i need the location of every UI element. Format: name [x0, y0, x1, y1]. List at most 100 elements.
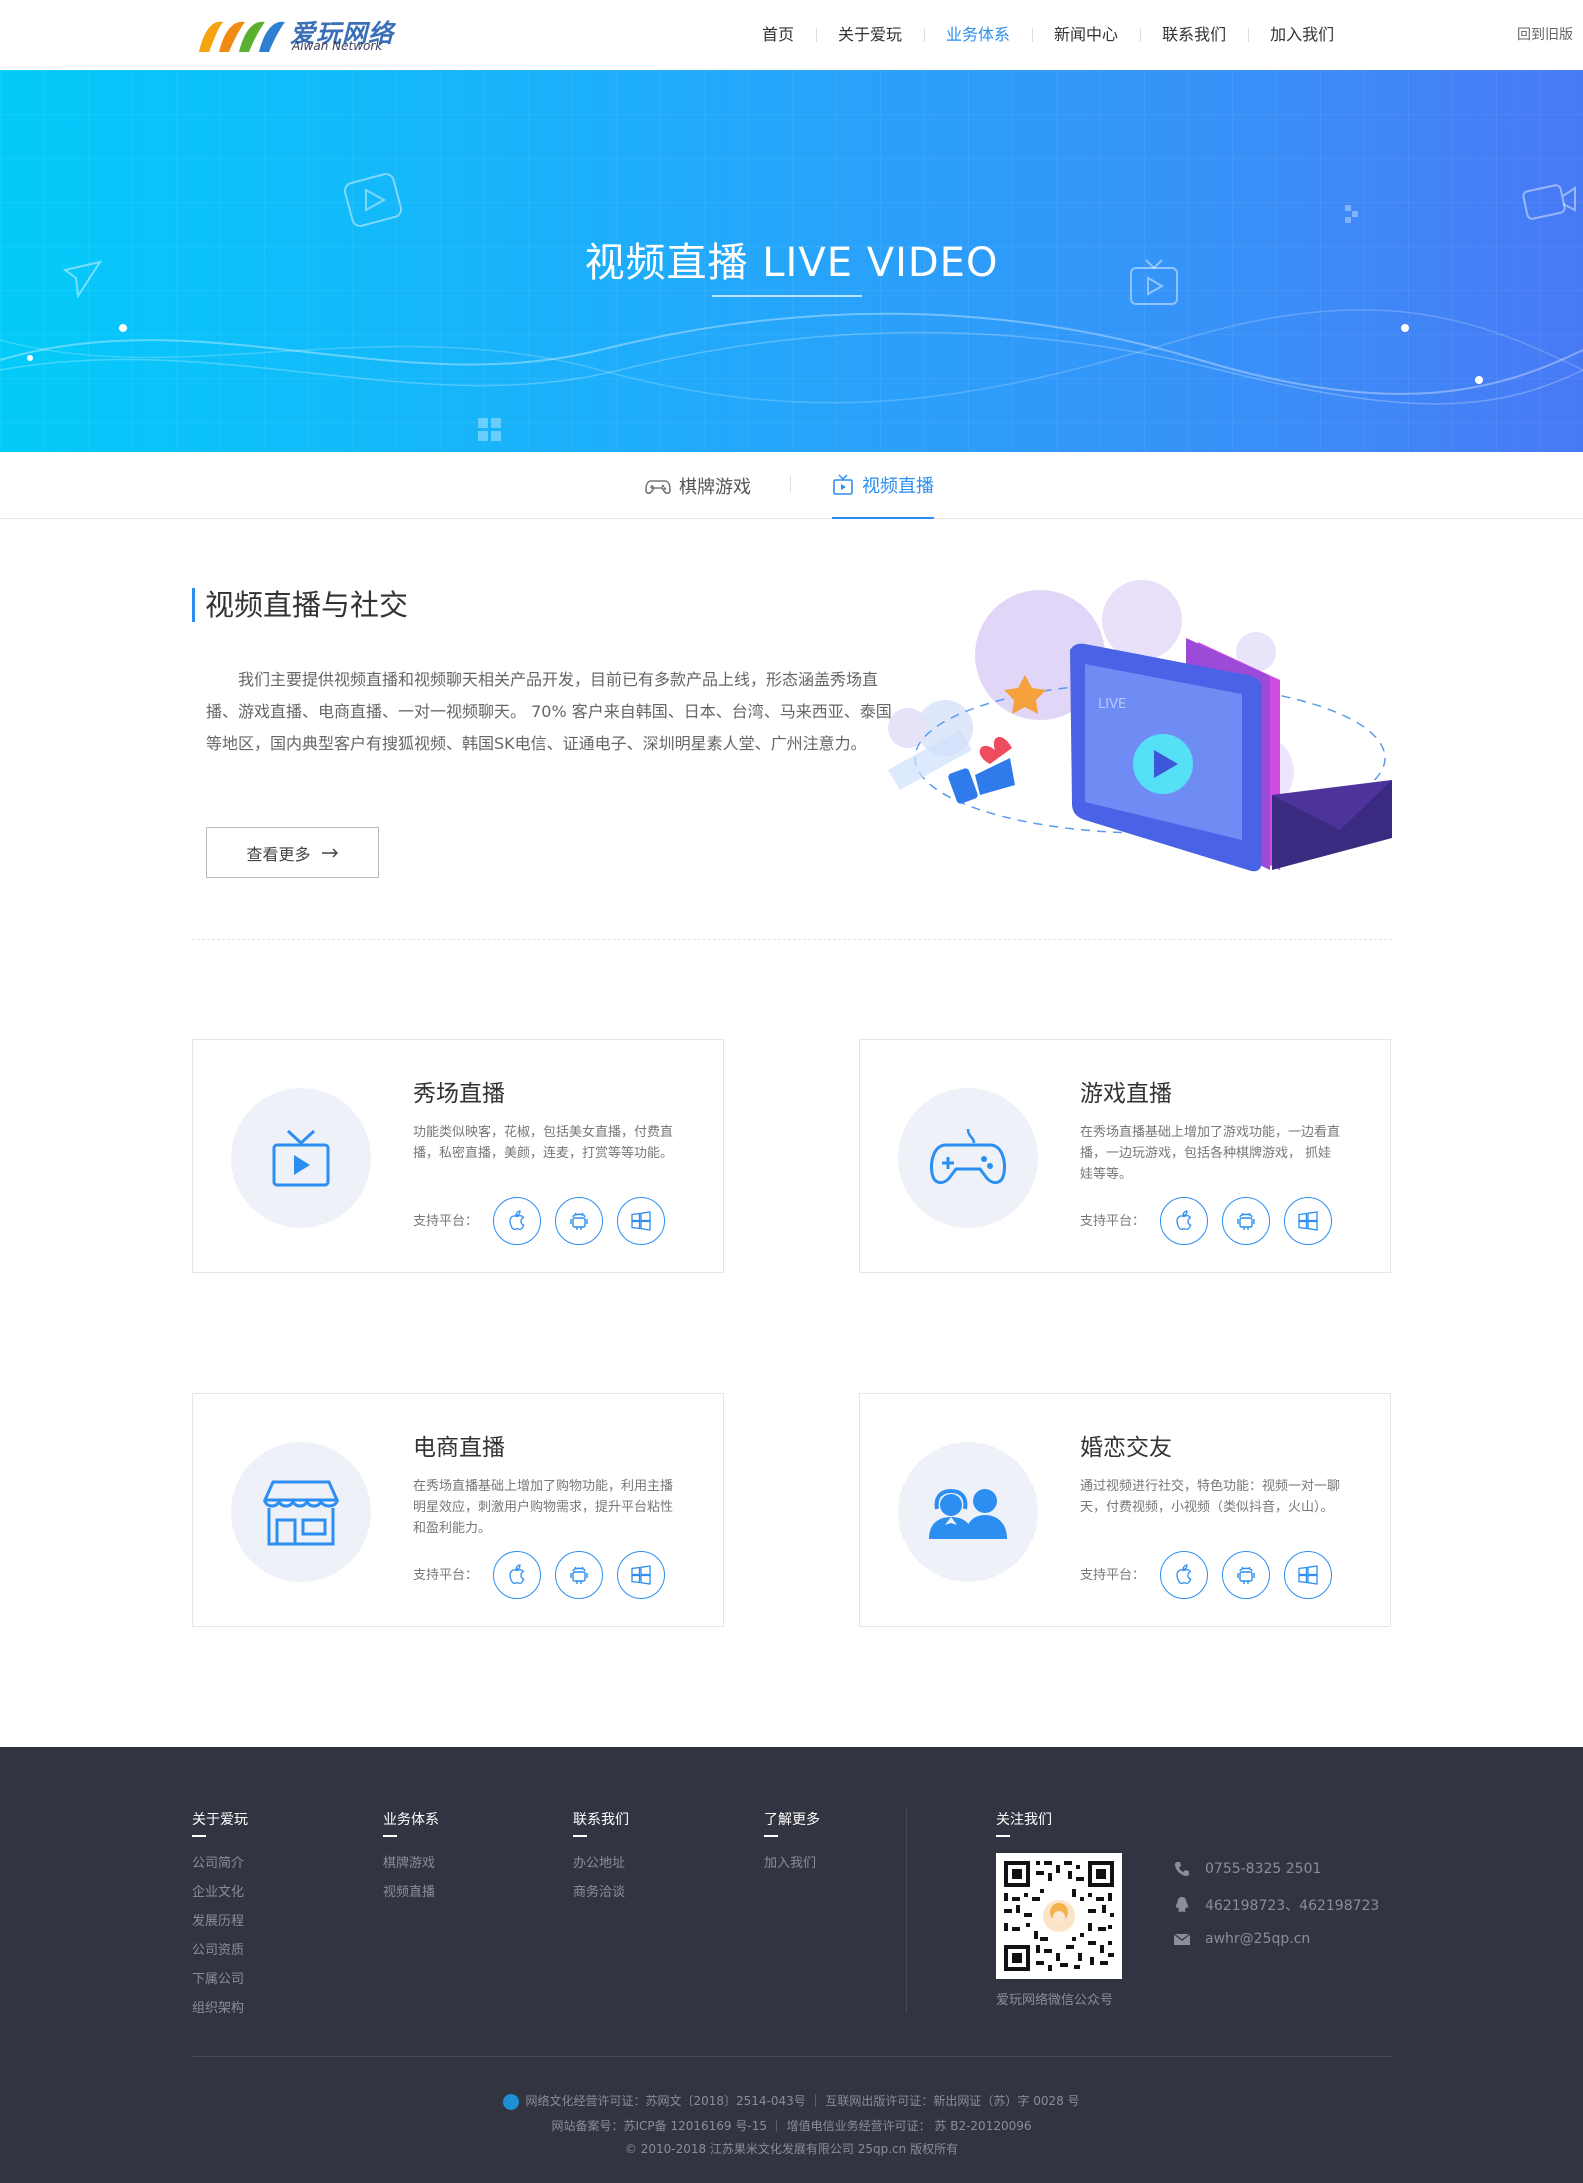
card-description: 通过视频进行社交，特色功能：视频一对一聊天，付费视频，小视频（类似抖音，火山）。	[1080, 1479, 1341, 1515]
footer-link[interactable]: 视频直播	[383, 1878, 439, 1907]
footer-link[interactable]: 发展历程	[192, 1907, 248, 1936]
feature-card-game-live[interactable]: 游戏直播 在秀场直播基础上增加了游戏功能，一边看直播，一边玩游戏，包括各种棋牌游…	[859, 1039, 1391, 1273]
feature-card-dating[interactable]: 婚恋交友 通过视频进行社交，特色功能：视频一对一聊天，付费视频，小视频（类似抖音…	[859, 1393, 1391, 1627]
nav-item-home[interactable]: 首页	[740, 22, 816, 48]
card-title: 秀场直播	[413, 1081, 505, 1107]
qq-icon	[1175, 1897, 1189, 1912]
footer-col-title: 了解更多	[764, 1809, 820, 1837]
nav-item-contact[interactable]: 联系我们	[1140, 22, 1248, 48]
gamepad-icon	[898, 1088, 1038, 1228]
tab-separator	[790, 476, 791, 492]
footer-col-title: 业务体系	[383, 1809, 439, 1837]
arrow-right-icon	[321, 848, 338, 857]
footer-link[interactable]: 加入我们	[764, 1849, 820, 1878]
apple-icon[interactable]	[493, 1551, 541, 1599]
windows-icon[interactable]	[1284, 1197, 1332, 1245]
tv-play-icon	[231, 1088, 371, 1228]
footer-link[interactable]: 企业文化	[192, 1878, 248, 1907]
site-header: 爱玩网络 Aiwan Network 首页 关于爱玩 业务体系 新闻中心 联系我…	[0, 0, 1583, 70]
footer-col-contact: 联系我们 办公地址 商务洽谈	[573, 1809, 629, 1907]
footer-col-business: 业务体系 棋牌游戏 视频直播	[383, 1809, 439, 1907]
nav-item-business[interactable]: 业务体系	[924, 22, 1032, 48]
footer-follow: 关注我们	[996, 1809, 1052, 1837]
platform-label: 支持平台：	[413, 1214, 479, 1229]
section-divider	[192, 939, 1392, 940]
footer-horizontal-divider	[192, 2056, 1392, 2057]
sub-tabs: 棋牌游戏 视频直播	[0, 452, 1583, 519]
view-more-label: 查看更多	[246, 844, 311, 864]
site-footer: 关于爱玩 公司简介 企业文化 发展历程 公司资质 下属公司 组织架构 业务体系 …	[0, 1747, 1583, 2183]
feature-card-ecommerce-live[interactable]: 电商直播 在秀场直播基础上增加了购物功能，利用主播明星效应，刺激用户购物需求，提…	[192, 1393, 724, 1627]
footer-col-title: 关于爱玩	[192, 1809, 248, 1837]
apple-icon[interactable]	[493, 1197, 541, 1245]
windows-icon[interactable]	[1284, 1551, 1332, 1599]
qr-caption: 爱玩网络微信公众号	[996, 1993, 1114, 2008]
contact-phone-text: 0755-8325 2501	[1205, 1861, 1322, 1877]
contact-qq-text: 462198723、462198723	[1205, 1898, 1380, 1914]
section-title: 视频直播与社交	[192, 588, 408, 622]
gamepad-icon	[645, 479, 671, 494]
tab-chess-games-label: 棋牌游戏	[679, 476, 751, 498]
logo-text-en: Aiwan Network	[292, 39, 383, 53]
tv-icon	[833, 473, 853, 495]
tab-chess-games[interactable]: 棋牌游戏	[645, 452, 751, 519]
card-title: 婚恋交友	[1080, 1435, 1172, 1461]
card-title: 电商直播	[413, 1435, 505, 1461]
nav-item-news[interactable]: 新闻中心	[1032, 22, 1140, 48]
hero-banner: 视频直播 LIVE VIDEO	[0, 70, 1583, 452]
footer-link[interactable]: 下属公司	[192, 1965, 248, 1994]
store-icon	[231, 1442, 371, 1582]
footer-vertical-divider	[906, 1807, 907, 2013]
couple-icon	[898, 1442, 1038, 1582]
platform-label: 支持平台：	[413, 1568, 479, 1583]
footer-link[interactable]: 办公地址	[573, 1849, 629, 1878]
old-version-link[interactable]: 回到旧版	[1517, 24, 1573, 44]
legal-line-2: 网站备案号：苏ICP备 12016169 号-15 ｜ 增值电信业务经营许可证：…	[551, 2119, 1032, 2133]
feature-card-show-live[interactable]: 秀场直播 功能类似映客，花椒，包括美女直播，付费直播，私密直播，美颜，连麦，打赏…	[192, 1039, 724, 1273]
nav-item-join[interactable]: 加入我们	[1248, 22, 1356, 48]
view-more-button[interactable]: 查看更多	[206, 827, 379, 878]
apple-icon[interactable]	[1160, 1197, 1208, 1245]
legal-text-1: 网络文化经营许可证：苏网文〔2018〕2514-043号 ｜ 互联网出版许可证：…	[525, 2094, 1080, 2108]
section-description: 我们主要提供视频直播和视频聊天相关产品开发，目前已有多款产品上线，形态涵盖秀场直…	[206, 670, 892, 753]
card-description: 功能类似映客，花椒，包括美女直播，付费直播，私密直播，美颜，连麦，打赏等等功能。	[413, 1125, 674, 1161]
footer-link[interactable]: 组织架构	[192, 1994, 248, 2023]
footer-link[interactable]: 公司简介	[192, 1849, 248, 1878]
site-logo[interactable]: 爱玩网络 Aiwan Network	[195, 14, 395, 58]
tab-live-video[interactable]: 视频直播	[832, 452, 934, 519]
footer-col-more: 了解更多 加入我们	[764, 1809, 820, 1878]
footer-link[interactable]: 公司资质	[192, 1936, 248, 1965]
contact-email: awhr@25qp.cn	[1173, 1930, 1310, 1948]
legal-line-3: © 2010-2018 江苏果米文化发展有限公司 25qp.cn 版权所有	[624, 2142, 959, 2156]
footer-follow-title: 关注我们	[996, 1809, 1052, 1837]
android-icon[interactable]	[1222, 1551, 1270, 1599]
phone-icon	[1175, 1862, 1189, 1876]
android-icon[interactable]	[555, 1551, 603, 1599]
license-badge-icon	[503, 2093, 520, 2110]
platform-label: 支持平台：	[1080, 1214, 1146, 1229]
wechat-qr-code	[996, 1853, 1122, 1979]
contact-phone: 0755-8325 2501	[1173, 1860, 1321, 1878]
banner-title: 视频直播 LIVE VIDEO	[584, 240, 999, 286]
illus-live-badge: LIVE	[1098, 697, 1126, 712]
legal-line-1: 网络文化经营许可证：苏网文〔2018〕2514-043号 ｜ 互联网出版许可证：…	[0, 2092, 1583, 2110]
live-video-illustration: LIVE	[888, 580, 1392, 872]
android-icon[interactable]	[1222, 1197, 1270, 1245]
android-icon[interactable]	[555, 1197, 603, 1245]
main-nav: 首页 关于爱玩 业务体系 新闻中心 联系我们 加入我们	[740, 22, 1356, 50]
mail-icon	[1173, 1933, 1191, 1945]
card-title: 游戏直播	[1080, 1081, 1172, 1107]
footer-link[interactable]: 棋牌游戏	[383, 1849, 439, 1878]
card-description: 在秀场直播基础上增加了购物功能，利用主播明星效应，刺激用户购物需求，提升平台粘性…	[413, 1479, 674, 1536]
platform-label: 支持平台：	[1080, 1568, 1146, 1583]
nav-item-about[interactable]: 关于爱玩	[816, 22, 924, 48]
contact-email-text[interactable]: awhr@25qp.cn	[1205, 1931, 1310, 1947]
apple-icon[interactable]	[1160, 1551, 1208, 1599]
logo-mark-icon	[199, 21, 285, 52]
card-description: 在秀场直播基础上增加了游戏功能，一边看直播，一边玩游戏，包括各种棋牌游戏， 抓娃…	[1080, 1125, 1341, 1182]
tab-live-video-label: 视频直播	[862, 475, 934, 497]
banner-underline	[712, 295, 862, 297]
footer-link[interactable]: 商务洽谈	[573, 1878, 629, 1907]
windows-icon[interactable]	[617, 1197, 665, 1245]
windows-icon[interactable]	[617, 1551, 665, 1599]
